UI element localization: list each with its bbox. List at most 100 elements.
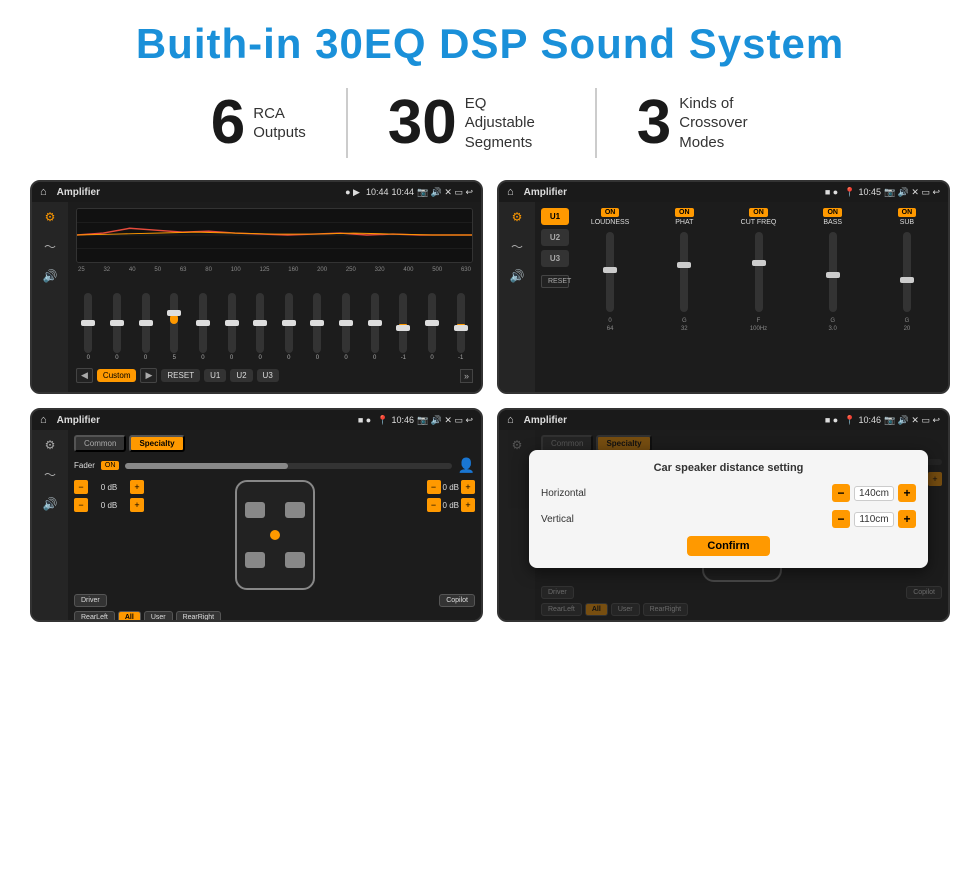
eq-sidebar-icon-filter[interactable]: ⚙ — [45, 210, 56, 224]
vertical-plus-btn[interactable]: + — [898, 510, 916, 528]
phat-slider[interactable] — [680, 232, 688, 312]
crossover-sidebar-speaker[interactable]: 🔊 — [510, 269, 525, 283]
preset-u3-btn[interactable]: U3 — [541, 250, 569, 267]
sp-dialog-status-bar: ⌂ Amplifier ■ ● 📍 10:46 📷 🔊 ✕ ▭ ↩ — [499, 410, 948, 430]
eq-prev-btn[interactable]: ◀ — [76, 368, 93, 383]
eq-custom-btn[interactable]: Custom — [97, 369, 137, 382]
bass-freq: 3.0 — [829, 326, 837, 332]
speaker-sidebar-speaker[interactable]: 🔊 — [43, 497, 58, 511]
bass-name: BASS — [823, 219, 842, 226]
seat-rear-left — [245, 552, 265, 568]
crossover-app-name: Amplifier — [524, 187, 819, 198]
eq-slider-11: 0 — [362, 293, 387, 361]
btn-user[interactable]: User — [144, 611, 173, 622]
cutfreq-slider[interactable] — [755, 232, 763, 312]
sp-minus-rr[interactable]: − — [427, 498, 441, 512]
phat-val2: 32 — [681, 326, 688, 332]
dialog-vertical-row: Vertical − 110cm + — [541, 510, 916, 528]
sp-plus-rr[interactable]: + — [461, 498, 475, 512]
horizontal-minus-btn[interactable]: − — [832, 484, 850, 502]
eq-slider-10: 0 — [334, 293, 359, 361]
tab-common[interactable]: Common — [74, 435, 126, 452]
stat-crossover-label: Kinds of Crossover Modes — [679, 94, 769, 153]
eq-screen: ⌂ Amplifier ● ▶ 10:44 10:44 📷 🔊 ✕ ▭ ↩ ⚙ … — [30, 180, 483, 394]
speaker-sidebar-filter[interactable]: ⚙ — [45, 438, 56, 452]
sp-dialog-icons: 📷 🔊 ✕ ▭ ↩ — [884, 415, 940, 426]
eq-u2-btn[interactable]: U2 — [230, 369, 252, 382]
loudness-name: LOUDNESS — [591, 219, 630, 226]
stat-eq-label: EQ Adjustable Segments — [465, 94, 555, 153]
loudness-on: ON — [601, 208, 620, 217]
speaker-icons: 📷 🔊 ✕ ▭ ↩ — [417, 415, 473, 426]
eq-slider-14: -1 — [448, 293, 473, 361]
horizontal-stepper: − 140cm + — [832, 484, 916, 502]
channel-sub: ON SUB G 20 — [872, 208, 942, 386]
eq-expand-btn[interactable]: » — [460, 369, 473, 383]
crossover-sidebar-filter[interactable]: ⚙ — [512, 210, 523, 224]
sp-dialog-mode-dots: ■ ● — [825, 415, 838, 425]
stats-row: 6 RCA Outputs 30 EQ Adjustable Segments … — [30, 88, 950, 158]
vertical-stepper: − 110cm + — [832, 510, 916, 528]
stat-rca-number: 6 — [211, 92, 245, 154]
eq-slider-13: 0 — [420, 293, 445, 361]
crossover-status-icons: 📍 10:45 📷 🔊 ✕ ▭ ↩ — [844, 187, 940, 198]
vertical-minus-btn[interactable]: − — [832, 510, 850, 528]
car-center-dot — [270, 530, 280, 540]
loudness-val2: 64 — [607, 326, 614, 332]
crossover-main-panel: U1 U2 U3 RESET ON LOUDNESS — [535, 202, 948, 392]
sp-plus-fr[interactable]: + — [461, 480, 475, 494]
preset-u2-btn[interactable]: U2 — [541, 229, 569, 246]
sp-minus-rl[interactable]: − — [74, 498, 88, 512]
eq-sliders-row: 0 0 0 5 — [76, 277, 473, 365]
sub-val: G — [905, 318, 910, 324]
eq-slider-8: 0 — [276, 293, 301, 361]
sub-slider[interactable] — [903, 232, 911, 312]
btn-all[interactable]: All — [118, 611, 141, 622]
bass-slider[interactable] — [829, 232, 837, 312]
cutfreq-name: CUT FREQ — [741, 219, 777, 226]
sp-dialog-time: 10:46 — [858, 415, 881, 425]
sp-plus-rl[interactable]: + — [130, 498, 144, 512]
tab-specialty[interactable]: Specialty — [129, 435, 184, 452]
btn-copilot[interactable]: Copilot — [439, 594, 475, 607]
sp-plus-fl[interactable]: + — [130, 480, 144, 494]
sp-db-rl: 0 dB — [90, 501, 128, 510]
eq-sidebar-icon-speaker[interactable]: 🔊 — [43, 269, 58, 283]
eq-play-btn[interactable]: ▶ — [140, 368, 157, 383]
vertical-value: 110cm — [854, 512, 894, 527]
eq-u3-btn[interactable]: U3 — [257, 369, 279, 382]
eq-slider-9: 0 — [305, 293, 330, 361]
sp-minus-fr[interactable]: − — [427, 480, 441, 494]
dialog-title: Car speaker distance setting — [541, 462, 916, 474]
loudness-slider[interactable] — [606, 232, 614, 312]
btn-driver[interactable]: Driver — [74, 594, 107, 607]
eq-u1-btn[interactable]: U1 — [204, 369, 226, 382]
sp-minus-fl[interactable]: − — [74, 480, 88, 494]
eq-time-display: 10:44 — [391, 187, 414, 197]
eq-slider-6: 0 — [219, 293, 244, 361]
speaker-bottom-btns-2: RearLeft All User RearRight — [74, 611, 475, 622]
speaker-sidebar-wave[interactable]: 〜 — [44, 466, 56, 483]
eq-reset-btn[interactable]: RESET — [161, 369, 200, 382]
horizontal-plus-btn[interactable]: + — [898, 484, 916, 502]
btn-rearleft[interactable]: RearLeft — [74, 611, 115, 622]
crossover-reset-btn[interactable]: RESET — [541, 275, 569, 288]
fader-bar[interactable] — [125, 463, 451, 469]
crossover-sidebar-wave[interactable]: 〜 — [511, 238, 523, 255]
stat-rca-label: RCA Outputs — [253, 104, 306, 143]
eq-slider-5: 0 — [191, 293, 216, 361]
btn-rearright[interactable]: RearRight — [176, 611, 222, 622]
confirm-button[interactable]: Confirm — [687, 536, 769, 556]
crossover-time: 10:45 — [858, 187, 881, 197]
person-icon: 👤 — [458, 457, 475, 474]
eq-screen-content: ⚙ 〜 🔊 — [32, 202, 481, 392]
stat-eq: 30 EQ Adjustable Segments — [348, 92, 595, 154]
home-icon: ⌂ — [40, 186, 47, 198]
speaker-screen: ⌂ Amplifier ■ ● 📍 10:46 📷 🔊 ✕ ▭ ↩ ⚙ 〜 🔊 — [30, 408, 483, 622]
vertical-label: Vertical — [541, 514, 601, 525]
sub-on: ON — [898, 208, 917, 217]
speaker-sidebar: ⚙ 〜 🔊 — [32, 430, 68, 620]
eq-sidebar-icon-wave[interactable]: 〜 — [44, 238, 56, 255]
preset-u1-btn[interactable]: U1 — [541, 208, 569, 225]
crossover-status-bar: ⌂ Amplifier ■ ● 📍 10:45 📷 🔊 ✕ ▭ ↩ — [499, 182, 948, 202]
